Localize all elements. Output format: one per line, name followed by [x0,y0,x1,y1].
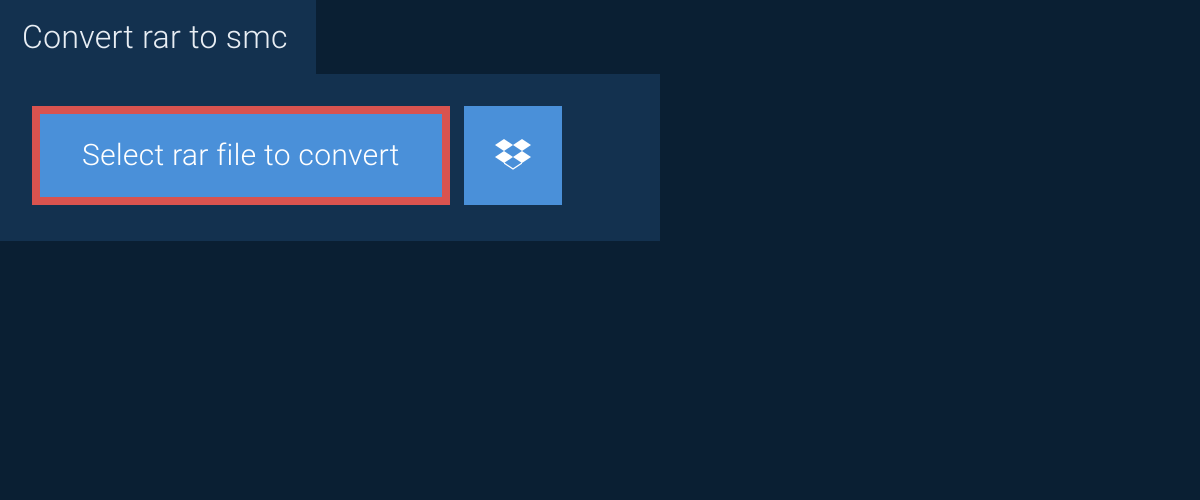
dropbox-button[interactable] [464,106,562,205]
upload-panel: Select rar file to convert [0,74,660,241]
page-title: Convert rar to smc [22,18,288,56]
select-file-label: Select rar file to convert [82,138,400,173]
select-file-button[interactable]: Select rar file to convert [32,106,450,205]
page-title-tab: Convert rar to smc [0,0,316,74]
dropbox-icon [495,136,531,176]
